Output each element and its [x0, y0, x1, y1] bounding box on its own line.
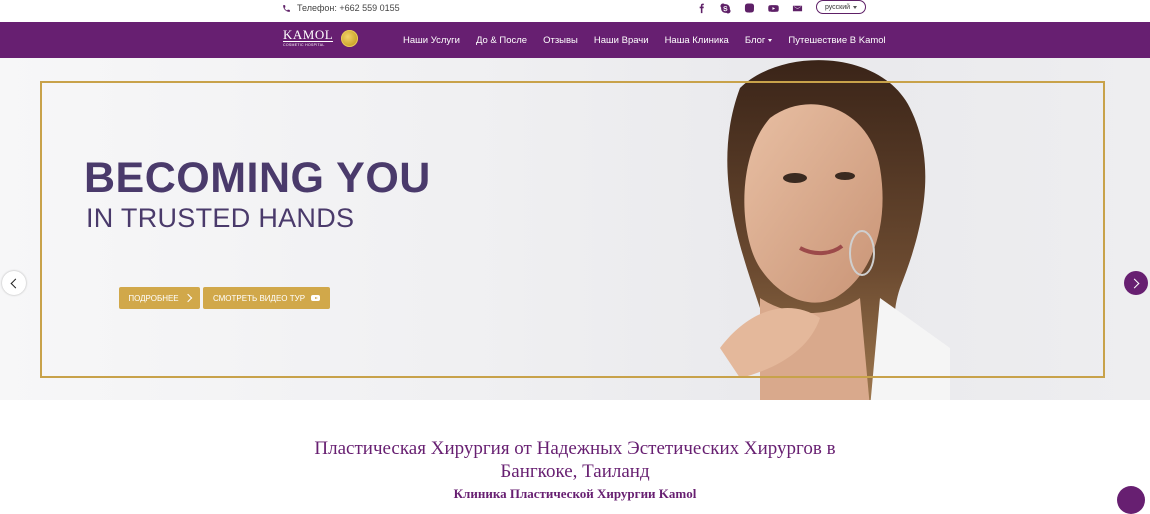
page-title-line-2: Бангкоке, Таиланд: [500, 461, 650, 482]
nav-menu: Наши Услуги До & После Отзывы Наши Врачи…: [403, 22, 886, 58]
award-seal-icon: [341, 29, 359, 47]
slider-next-button[interactable]: [1124, 271, 1148, 295]
youtube-icon[interactable]: [768, 3, 779, 14]
nav-item-clinic[interactable]: Наша Клиника: [665, 35, 729, 46]
social-links: [696, 3, 803, 14]
learn-more-button[interactable]: ПОДРОБНЕЕ: [119, 287, 200, 309]
skype-icon[interactable]: [720, 3, 731, 14]
hero-slider: BECOMING YOU IN TRUSTED HANDS ПОДРОБНЕЕ …: [0, 58, 1150, 400]
youtube-icon: [311, 295, 321, 301]
nav-item-services[interactable]: Наши Услуги: [403, 35, 460, 46]
page-title: Пластическая Хирургия от Надежных Эстети…: [0, 437, 1150, 483]
nav-item-before-after[interactable]: До & После: [476, 35, 527, 46]
chat-button[interactable]: [1117, 486, 1145, 514]
chevron-left-icon: [10, 278, 21, 288]
facebook-icon[interactable]: [696, 3, 707, 14]
slider-prev-button[interactable]: [2, 271, 26, 295]
nav-item-doctors[interactable]: Наши Врачи: [594, 35, 649, 46]
phone-text: Телефон: +662 559 0155: [297, 3, 400, 13]
chevron-down-icon: [853, 5, 858, 9]
chevron-right-icon: [183, 293, 192, 303]
phone-contact[interactable]: Телефон: +662 559 0155: [282, 3, 400, 13]
top-bar: Телефон: +662 559 0155 русский: [0, 0, 1150, 20]
page-title-line-1: Пластическая Хирургия от Надежных Эстети…: [314, 438, 836, 459]
logo[interactable]: KAMOL COSMETIC HOSPITAL: [283, 27, 359, 47]
main-navbar: KAMOL COSMETIC HOSPITAL Наши Услуги До &…: [0, 22, 1150, 58]
mail-icon[interactable]: [792, 3, 803, 14]
chevron-right-icon: [1129, 278, 1140, 288]
phone-icon: [283, 4, 290, 12]
hero-headline: BECOMING YOU: [84, 154, 431, 202]
page-subtitle: Клиника Пластической Хирургии Kamol: [453, 486, 697, 501]
nav-item-blog[interactable]: Блог: [745, 35, 773, 46]
instagram-icon[interactable]: [744, 3, 755, 14]
language-label: русский: [824, 3, 851, 11]
hero-subheadline: IN TRUSTED HANDS: [86, 203, 355, 233]
nav-item-travel[interactable]: Путешествие В Kamol: [788, 35, 885, 46]
chevron-down-icon: [768, 38, 773, 42]
language-selector[interactable]: русский: [816, 0, 866, 14]
nav-item-reviews[interactable]: Отзывы: [543, 35, 578, 46]
watch-video-tour-button[interactable]: СМОТРЕТЬ ВИДЕО ТУР: [203, 287, 330, 309]
logo-word: KAMOL: [283, 27, 334, 42]
logo-text: KAMOL COSMETIC HOSPITAL: [283, 27, 334, 47]
